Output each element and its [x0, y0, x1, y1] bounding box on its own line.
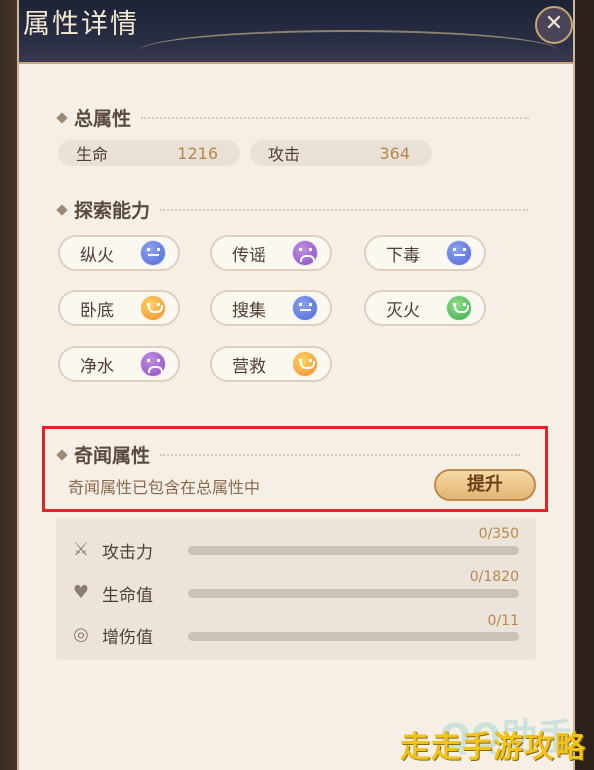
divider: [160, 453, 521, 456]
ability-label: 传谣: [232, 245, 266, 266]
page-title: 属性详情: [23, 9, 139, 40]
happy-face-icon: [140, 295, 166, 321]
panel-header: 属性详情 ✕: [19, 0, 573, 64]
total-stat-hp: 生命 1216: [58, 140, 240, 166]
ability-item[interactable]: 传谣: [210, 235, 332, 271]
explore-section-title: 探索能力: [74, 200, 151, 222]
ability-label: 下毒: [386, 245, 420, 266]
neutral-face-icon: [140, 240, 166, 266]
diamond-icon: [56, 111, 68, 124]
neutral-face-icon: [292, 295, 318, 321]
diamond-icon: [56, 203, 68, 216]
ability-item[interactable]: 卧底: [58, 290, 180, 326]
sword-icon: ⚔: [72, 539, 90, 560]
bonus-stat-value: 0/350: [478, 526, 519, 542]
ability-item[interactable]: 灭火: [364, 290, 486, 326]
ability-item[interactable]: 搜集: [210, 290, 332, 326]
ability-label: 纵火: [80, 245, 114, 266]
upgrade-button[interactable]: 提升: [434, 469, 536, 501]
stat-label: 攻击: [268, 145, 301, 164]
site-watermark: 走走手游攻略: [400, 730, 586, 765]
divider: [141, 116, 530, 119]
close-button[interactable]: ✕: [535, 6, 573, 44]
qiwen-section-header: 奇闻属性: [56, 441, 521, 468]
stat-value: 1216: [177, 143, 218, 163]
ability-label: 灭火: [386, 300, 420, 321]
ability-label: 搜集: [232, 300, 266, 321]
bonus-stat-value: 0/1820: [469, 569, 519, 585]
ability-item[interactable]: 纵火: [58, 235, 180, 271]
happy-face-icon: [292, 351, 318, 377]
ability-label: 营救: [232, 356, 266, 377]
progress-bar-damage: [188, 632, 519, 641]
ability-label: 卧底: [80, 300, 114, 321]
sad-face-icon: [140, 351, 166, 377]
ability-item[interactable]: 营救: [210, 346, 332, 382]
qiwen-section-title: 奇闻属性: [74, 445, 151, 467]
diamond-icon: [56, 448, 68, 461]
sad-face-icon: [292, 240, 318, 266]
neutral-face-icon: [446, 240, 472, 266]
bonus-stat-value: 0/11: [487, 613, 519, 629]
ability-label: 净水: [80, 356, 114, 377]
damage-boost-icon: ◎: [73, 624, 89, 645]
total-section-header: 总属性: [56, 104, 530, 131]
total-stat-attack: 攻击 364: [250, 140, 432, 166]
explore-section-header: 探索能力: [56, 196, 529, 223]
heart-plus-icon: ♥: [72, 582, 90, 603]
bonus-stat-label: 增伤值: [102, 628, 153, 648]
progress-bar-hp: [188, 589, 519, 598]
header-ornament: [139, 30, 559, 72]
ability-item[interactable]: 净水: [58, 346, 180, 382]
smile-face-icon: [446, 295, 472, 321]
total-section-title: 总属性: [74, 108, 132, 130]
close-icon: ✕: [544, 11, 564, 36]
bonus-stat-label: 攻击力: [102, 543, 153, 563]
stat-value: 364: [379, 143, 410, 163]
progress-bar-attack: [188, 546, 519, 555]
divider: [160, 208, 529, 211]
stat-label: 生命: [76, 145, 109, 164]
bonus-stat-label: 生命值: [102, 586, 153, 606]
ability-item[interactable]: 下毒: [364, 235, 486, 271]
qiwen-description: 奇闻属性已包含在总属性中: [68, 478, 261, 497]
